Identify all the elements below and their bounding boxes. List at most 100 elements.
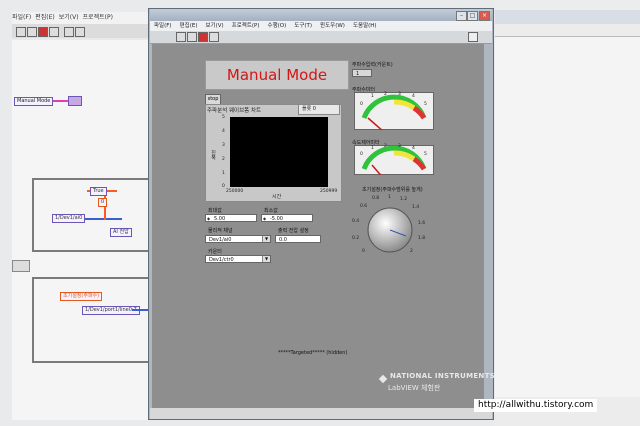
gauge-tick: 3 xyxy=(398,92,401,97)
menu-edit[interactable]: 편집(E) xyxy=(180,23,198,29)
sample-value: 0.0 xyxy=(279,237,287,243)
abort-icon[interactable] xyxy=(198,32,208,42)
chevron-down-icon[interactable]: ▼ xyxy=(262,236,270,242)
menu-tools[interactable]: 도구(T) xyxy=(294,23,312,29)
front-panel-toolbar xyxy=(150,31,492,44)
indicator-node[interactable] xyxy=(68,96,82,106)
gauge-tick: 4 xyxy=(412,94,415,99)
menu-view[interactable]: 보기(V) xyxy=(205,23,223,29)
gauge-tick: 4 xyxy=(412,146,415,151)
true-node[interactable]: True xyxy=(90,187,107,196)
y-tick: 4 xyxy=(222,129,225,134)
close-icon[interactable]: × xyxy=(479,11,490,21)
counter-value: Dev1/ctr0 xyxy=(209,257,234,263)
pause-icon[interactable] xyxy=(209,32,219,42)
menu-project[interactable]: 프로젝트(P) xyxy=(83,14,113,21)
highlight-icon[interactable] xyxy=(64,27,74,37)
frequency-input-indicator: 1 xyxy=(352,69,372,77)
chevron-down-icon[interactable]: ▼ xyxy=(262,256,270,262)
y-tick: 3 xyxy=(222,143,225,148)
counter-label: 카운터 xyxy=(208,249,222,255)
menu-file[interactable]: 파일(F) xyxy=(154,23,172,29)
knob-label: 초기설정(주파수범위를 높게) xyxy=(362,187,423,193)
y-tick: 5 xyxy=(222,115,225,120)
knob-tick: 2 xyxy=(410,249,413,254)
counter-select[interactable]: Dev1/ctr0 ▼ xyxy=(205,255,271,263)
min-label: 최소값 xyxy=(264,208,278,214)
mode-display: Manual Mode xyxy=(205,60,349,90)
while-loop-frame xyxy=(32,277,166,363)
menu-project[interactable]: 프로젝트(P) xyxy=(232,23,260,29)
run-arrow-icon[interactable] xyxy=(16,27,26,37)
y-axis-label: 진폭 xyxy=(210,150,216,160)
frequency-input-value: 1 xyxy=(356,71,360,77)
menu-help[interactable]: 도움말(H) xyxy=(353,23,377,29)
gauge-tick: 2 xyxy=(384,92,387,97)
block-diagram-toolbar xyxy=(12,24,152,38)
menu-window[interactable]: 윈도우(W) xyxy=(320,23,345,29)
chart-legend[interactable]: 플롯 0 xyxy=(298,104,340,115)
abort-icon[interactable] xyxy=(38,27,48,37)
knob-tick: 0.8 xyxy=(372,196,380,201)
zero-node[interactable]: 0 xyxy=(98,198,108,207)
manual-mode-node[interactable]: Manual Mode xyxy=(14,97,54,106)
increment-icon[interactable]: ◆ xyxy=(207,216,212,221)
x-axis-label: 시간 xyxy=(272,194,282,200)
gauge-tick: 0 xyxy=(360,102,363,107)
gauge-tick: 2 xyxy=(384,144,387,149)
run-continuous-icon[interactable] xyxy=(27,27,37,37)
y-tick: 2 xyxy=(222,157,225,162)
dev-ai-node[interactable]: 1/Dev1/ai0 xyxy=(52,214,86,223)
init-node[interactable]: 초기설정(주파수) xyxy=(60,292,103,301)
y-tick: 0 xyxy=(222,184,225,189)
y-tick: 1 xyxy=(222,171,225,176)
front-panel-menubar: 파일(F) 편집(E) 보기(V) 프로젝트(P) 수행(O) 도구(T) 윈도우(W) 도움… xyxy=(150,21,492,31)
menu-edit[interactable]: 편집(E) xyxy=(35,14,55,21)
knob-tick: 1.4 xyxy=(412,205,420,210)
step-icon[interactable] xyxy=(75,27,85,37)
increment-icon[interactable]: ◆ xyxy=(263,216,268,221)
run-arrow-icon[interactable] xyxy=(176,32,186,42)
max-label: 최대값 xyxy=(208,208,222,214)
menu-view[interactable]: 보기(V) xyxy=(59,14,79,21)
brand-line1: NATIONAL INSTRUMENTS xyxy=(390,372,496,380)
chart-plot-area xyxy=(230,117,328,187)
gauge-tick: 0 xyxy=(360,152,363,157)
front-panel-statusbar xyxy=(150,408,492,419)
menu-file[interactable]: 파일(F) xyxy=(12,14,31,21)
min-value: -5.00 xyxy=(270,216,283,222)
channel-value: Dev1/ai0 xyxy=(209,237,232,243)
frequency-input-label: 주파수입력(카운트) xyxy=(352,62,393,68)
knob-tick: 0 xyxy=(362,249,365,254)
terminal-node[interactable] xyxy=(12,260,30,272)
sample-input[interactable]: 0.0 xyxy=(275,235,321,243)
vi-icon[interactable] xyxy=(468,32,478,42)
menu-operate[interactable]: 수행(O) xyxy=(268,23,287,29)
maximize-icon[interactable]: □ xyxy=(467,11,478,21)
knob-tick: 0.6 xyxy=(360,204,368,209)
run-continuous-icon[interactable] xyxy=(187,32,197,42)
right-doc-content xyxy=(495,37,640,397)
speed-gauge xyxy=(354,145,434,175)
blog-url: http://allwithu.tistory.com xyxy=(474,399,598,412)
knob-tick: 0.4 xyxy=(352,219,360,224)
ai-voltage-node[interactable]: AI 전압 xyxy=(110,228,132,237)
hidden-note: *****Targeted***** (hidden) xyxy=(278,350,348,356)
channel-select[interactable]: Dev1/ai0 ▼ xyxy=(205,235,271,243)
max-input[interactable]: ◆ 5.00 xyxy=(205,214,257,222)
max-value: 5.00 xyxy=(214,216,226,222)
gauge-tick: 1 xyxy=(371,146,374,151)
knob-tick: 1 xyxy=(388,195,391,200)
gauge-tick: 5 xyxy=(424,102,427,107)
knob-tick: 0.2 xyxy=(352,236,360,241)
frequency-gauge xyxy=(354,92,434,130)
right-doc-toolbar xyxy=(495,10,640,24)
knob-tick: 1.6 xyxy=(418,221,426,226)
front-panel-titlebar: – □ × xyxy=(150,9,492,21)
minimize-icon[interactable]: – xyxy=(456,11,467,21)
legend-label: 플롯 0 xyxy=(302,106,316,112)
pause-icon[interactable] xyxy=(49,27,59,37)
knob-tick: 1.8 xyxy=(418,236,426,241)
min-input[interactable]: ◆ -5.00 xyxy=(261,214,313,222)
chart-title: 주파분석 웨이브폼 차트 xyxy=(207,108,262,114)
